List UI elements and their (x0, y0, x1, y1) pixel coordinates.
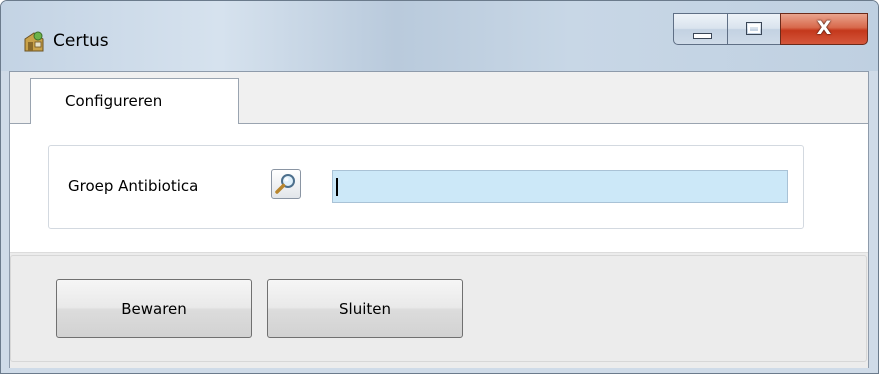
tab-configureren[interactable]: Configureren (30, 78, 239, 124)
tab-label: Configureren (65, 92, 163, 110)
maximize-icon (746, 22, 762, 35)
search-button[interactable] (271, 169, 301, 199)
close-window-button[interactable]: X (780, 13, 868, 45)
groep-antibiotica-input[interactable] (332, 170, 788, 203)
minimize-button[interactable] (673, 13, 728, 45)
tab-panel-configureren: Groep Antibiotica (10, 123, 868, 253)
app-window: Certus X Configureren Groep Antibiotica (0, 0, 879, 374)
sluiten-button[interactable]: Sluiten (267, 279, 463, 338)
close-icon: X (816, 17, 832, 39)
text-caret (336, 178, 338, 196)
button-frame: Bewaren Sluiten (10, 255, 867, 362)
field-group: Groep Antibiotica (48, 145, 804, 229)
groep-antibiotica-label: Groep Antibiotica (68, 177, 199, 195)
client-area: Configureren Groep Antibiotica Bewaren S… (9, 71, 869, 368)
minimize-icon (693, 33, 712, 39)
button-panel: Bewaren Sluiten (10, 252, 868, 368)
window-title: Certus (53, 31, 109, 51)
certus-app-icon (23, 29, 45, 53)
title-bar[interactable]: Certus X (1, 1, 878, 71)
magnifier-icon (275, 174, 295, 194)
bewaren-button[interactable]: Bewaren (56, 279, 252, 338)
maximize-button[interactable] (727, 13, 781, 45)
